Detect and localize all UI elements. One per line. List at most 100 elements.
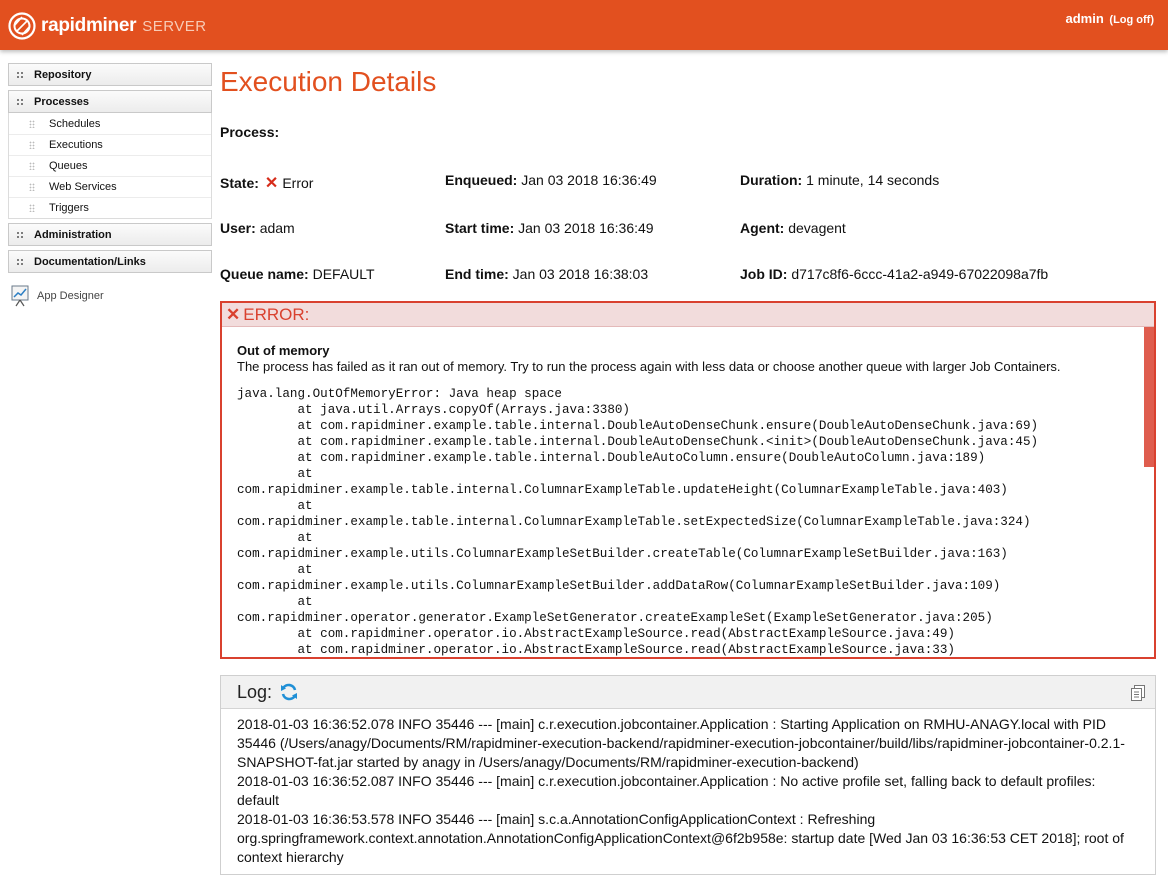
stacktrace-line: at <box>237 499 313 513</box>
sidebar-section-label: Processes <box>34 95 90 108</box>
state-label: State: <box>220 175 259 191</box>
log-panel: Log: 2018-01-03 16:36:52.078 INFO 35446 … <box>220 675 1156 875</box>
sidebar-section-label: Documentation/Links <box>34 255 146 268</box>
sidebar-item-triggers[interactable]: Triggers <box>9 197 211 218</box>
logoff-link[interactable]: (Log off) <box>1109 14 1154 26</box>
bullet-icon <box>29 141 35 149</box>
queue-name-label: Queue name: <box>220 266 309 282</box>
refresh-icon[interactable] <box>279 682 299 702</box>
stacktrace-line: at com.rapidminer.example.table.internal… <box>237 451 986 465</box>
sidebar-section-administration[interactable]: Administration <box>8 223 212 246</box>
app-designer-icon <box>11 285 29 307</box>
sidebar-item-label: Web Services <box>49 181 117 193</box>
logo[interactable]: rapidminer SERVER <box>8 10 207 42</box>
duration-field: Duration: 1 minute, 14 seconds <box>740 172 939 188</box>
copy-icon[interactable] <box>1131 685 1145 701</box>
stacktrace-line: at <box>237 595 313 609</box>
log-line: 2018-01-03 16:36:52.087 INFO 35446 --- [… <box>237 773 1096 808</box>
brand-subtitle: SERVER <box>142 17 207 35</box>
page-title: Execution Details <box>220 66 437 97</box>
error-title: Out of memory <box>237 343 330 358</box>
user-label: User: <box>220 220 256 236</box>
start-time-label: Start time: <box>445 220 515 236</box>
grip-icon <box>16 97 24 106</box>
sidebar-item-label: Triggers <box>49 202 89 214</box>
error-scrollbar[interactable] <box>1144 327 1154 467</box>
brand-name: rapidminer <box>41 15 137 36</box>
log-header: Log: <box>221 676 1155 709</box>
start-time-field: Start time: Jan 03 2018 16:36:49 <box>445 220 654 236</box>
sidebar-item-executions[interactable]: Executions <box>9 134 211 155</box>
stacktrace-line: at <box>237 467 313 481</box>
stacktrace-line: com.rapidminer.example.table.internal.Co… <box>237 483 1008 497</box>
stacktrace-line: com.rapidminer.example.utils.ColumnarExa… <box>237 547 1008 561</box>
end-time-field: End time: Jan 03 2018 16:38:03 <box>445 266 648 282</box>
app-designer-link[interactable]: App Designer <box>8 285 212 307</box>
username: admin <box>1065 11 1104 26</box>
sidebar-item-label: Executions <box>49 139 103 151</box>
stacktrace-line: at com.rapidminer.operator.io.AbstractEx… <box>237 627 955 641</box>
sidebar-section-label: Administration <box>34 228 112 241</box>
top-bar: rapidminer SERVER admin (Log off) <box>0 0 1168 50</box>
stacktrace-line: at com.rapidminer.operator.io.AbstractEx… <box>237 643 955 657</box>
agent-value: devagent <box>788 220 846 236</box>
bullet-icon <box>29 183 35 191</box>
enqueued-value: Jan 03 2018 16:36:49 <box>521 172 657 188</box>
bullet-icon <box>29 162 35 170</box>
job-id-field: Job ID: d717c8f6-6ccc-41a2-a949-67022098… <box>740 266 1048 282</box>
sidebar-section-repository[interactable]: Repository <box>8 63 212 86</box>
log-line: 2018-01-03 16:36:52.078 INFO 35446 --- [… <box>237 716 1125 770</box>
error-x-icon: ✕ <box>264 175 279 192</box>
state-value: Error <box>282 175 314 191</box>
sidebar-section-processes[interactable]: Processes <box>8 90 212 113</box>
error-description: The process has failed as it ran out of … <box>237 359 1061 374</box>
stacktrace-line: at <box>237 563 313 577</box>
enqueued-field: Enqueued: Jan 03 2018 16:36:49 <box>445 172 657 188</box>
sidebar-section-documentation[interactable]: Documentation/Links <box>8 250 212 273</box>
agent-field: Agent: devagent <box>740 220 846 236</box>
error-header: ✕ ERROR: <box>222 303 1154 327</box>
bullet-icon <box>29 204 35 212</box>
stacktrace-line: at java.util.Arrays.copyOf(Arrays.java:3… <box>237 403 630 417</box>
job-id-label: Job ID: <box>740 266 788 282</box>
user-field: User: adam <box>220 220 295 236</box>
job-id-value: d717c8f6-6ccc-41a2-a949-67022098a7fb <box>791 266 1049 282</box>
app-designer-label: App Designer <box>37 290 104 302</box>
log-line: 2018-01-03 16:36:53.578 INFO 35446 --- [… <box>237 811 1124 865</box>
grip-icon <box>16 257 24 266</box>
main-content: Execution Details <box>220 60 1156 106</box>
queue-name-value: DEFAULT <box>312 266 375 282</box>
rapidminer-logo-icon <box>8 12 36 40</box>
sidebar-item-label: Queues <box>49 160 88 172</box>
duration-value: 1 minute, 14 seconds <box>806 172 940 188</box>
stacktrace-line: at <box>237 531 313 545</box>
log-body: 2018-01-03 16:36:52.078 INFO 35446 --- [… <box>221 709 1155 873</box>
sidebar-item-schedules[interactable]: Schedules <box>9 113 211 134</box>
error-panel: ✕ ERROR: Out of memory The process has f… <box>220 301 1156 659</box>
sidebar-section-label: Repository <box>34 68 92 81</box>
error-body: Out of memory The process has failed as … <box>237 343 1140 657</box>
stacktrace-line: com.rapidminer.example.table.internal.Co… <box>237 515 1031 529</box>
start-time-value: Jan 03 2018 16:36:49 <box>518 220 654 236</box>
processes-submenu: Schedules Executions Queues Web Services… <box>8 113 212 219</box>
user-value: adam <box>259 220 295 236</box>
user-box: admin (Log off) <box>1065 11 1154 26</box>
stacktrace: java.lang.OutOfMemoryError: Java heap sp… <box>237 386 1140 657</box>
grip-icon <box>16 70 24 79</box>
stacktrace-line: at com.rapidminer.example.table.internal… <box>237 419 1039 433</box>
end-time-label: End time: <box>445 266 509 282</box>
log-heading: Log: <box>237 681 273 702</box>
sidebar: Repository Processes Schedules Execution… <box>8 63 212 307</box>
process-field: Process: <box>220 124 279 140</box>
stacktrace-line: com.rapidminer.example.utils.ColumnarExa… <box>237 579 1001 593</box>
stacktrace-line: java.lang.OutOfMemoryError: Java heap sp… <box>237 387 562 401</box>
process-label: Process: <box>220 124 280 140</box>
state-field: State: ✕ Error <box>220 173 313 193</box>
bullet-icon <box>29 119 35 128</box>
duration-label: Duration: <box>740 172 803 188</box>
sidebar-item-queues[interactable]: Queues <box>9 155 211 176</box>
agent-label: Agent: <box>740 220 785 236</box>
grip-icon <box>16 230 24 239</box>
sidebar-item-web-services[interactable]: Web Services <box>9 176 211 197</box>
sidebar-item-label: Schedules <box>49 117 101 130</box>
